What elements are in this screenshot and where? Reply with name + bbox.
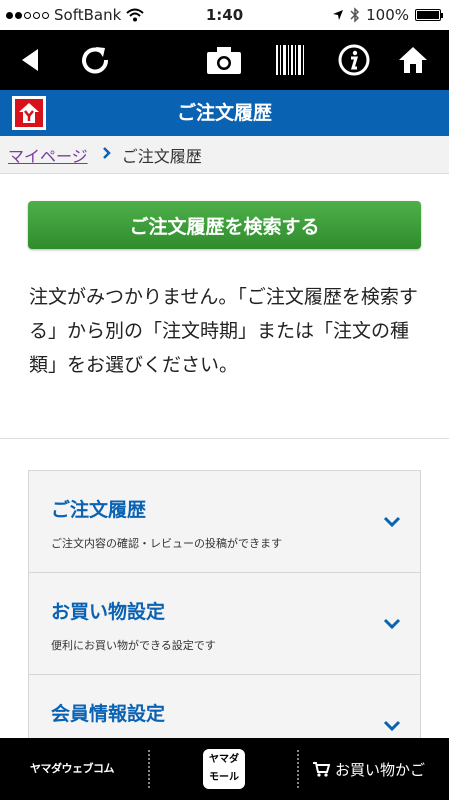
status-right: 100% (332, 0, 443, 30)
breadcrumb-link-mypage[interactable]: マイページ (8, 143, 88, 167)
menu-item-order-history[interactable]: ご注文履歴 ご注文内容の確認・レビューの投稿ができます (29, 471, 420, 573)
chevron-right-icon (102, 145, 112, 164)
cart-button[interactable]: お買い物かご (312, 738, 425, 800)
yamada-mall-link[interactable]: ヤマダ モール (203, 749, 245, 789)
page-title: ご注文履歴 (176, 102, 272, 124)
barcode-button[interactable] (265, 30, 315, 90)
breadcrumb: マイページ ご注文履歴 (0, 136, 449, 174)
reload-button[interactable] (70, 30, 120, 90)
menu-item-title: ご注文履歴 (51, 499, 147, 521)
chevron-down-icon (383, 618, 401, 630)
camera-button[interactable] (199, 30, 249, 90)
mall-label-line2: モール (209, 772, 239, 783)
camera-icon (207, 47, 241, 74)
mall-label-line1: ヤマダ (209, 754, 239, 765)
cart-label: お買い物かご (335, 760, 426, 779)
back-icon (22, 49, 38, 71)
info-button[interactable] (329, 30, 379, 90)
divider (0, 438, 449, 439)
chevron-down-icon (383, 516, 401, 528)
bottom-bar: ヤマダウェブコム ヤマダ モール お買い物かご (0, 738, 449, 800)
menu-item-desc: ご注文内容の確認・レビューの投稿ができます (51, 537, 282, 550)
bluetooth-icon (350, 7, 360, 23)
yamada-logo[interactable] (12, 96, 46, 130)
search-orders-button[interactable]: ご注文履歴を検索する (28, 201, 421, 249)
yamada-webcom-link[interactable]: ヤマダウェブコム (30, 738, 115, 800)
no-orders-message: 注文がみつかりません。「ご注文履歴を検索する」から別の「注文時期」または「注文の… (29, 286, 418, 376)
menu-item-shopping-settings[interactable]: お買い物設定 便利にお買い物ができる設定です (29, 573, 420, 675)
battery-icon (415, 9, 443, 21)
location-arrow-icon (333, 10, 344, 20)
reload-icon (82, 47, 109, 74)
back-button[interactable] (6, 30, 56, 90)
menu-item-desc: 便利にお買い物ができる設定です (51, 639, 216, 652)
site-header: ご注文履歴 (0, 90, 449, 136)
barcode-icon (276, 45, 304, 75)
home-button[interactable] (388, 30, 438, 90)
yamada-logo-icon (15, 99, 43, 127)
battery-percent: 100% (366, 6, 409, 24)
status-bar: SoftBank 1:40 100% (0, 0, 449, 30)
menu-item-title: お買い物設定 (51, 601, 166, 623)
divider (148, 750, 150, 788)
browser-toolbar (0, 30, 449, 90)
menu-item-title: 会員情報設定 (51, 703, 166, 725)
divider (297, 750, 299, 788)
menu-item-member-settings[interactable]: 会員情報設定 (29, 675, 420, 739)
home-icon (399, 47, 427, 73)
chevron-down-icon (383, 720, 401, 732)
breadcrumb-current: ご注文履歴 (121, 146, 202, 166)
mypage-menu: ご注文履歴 ご注文内容の確認・レビューの投稿ができます お買い物設定 便利にお買… (28, 470, 421, 740)
cart-icon (313, 762, 330, 777)
info-icon (338, 44, 370, 76)
